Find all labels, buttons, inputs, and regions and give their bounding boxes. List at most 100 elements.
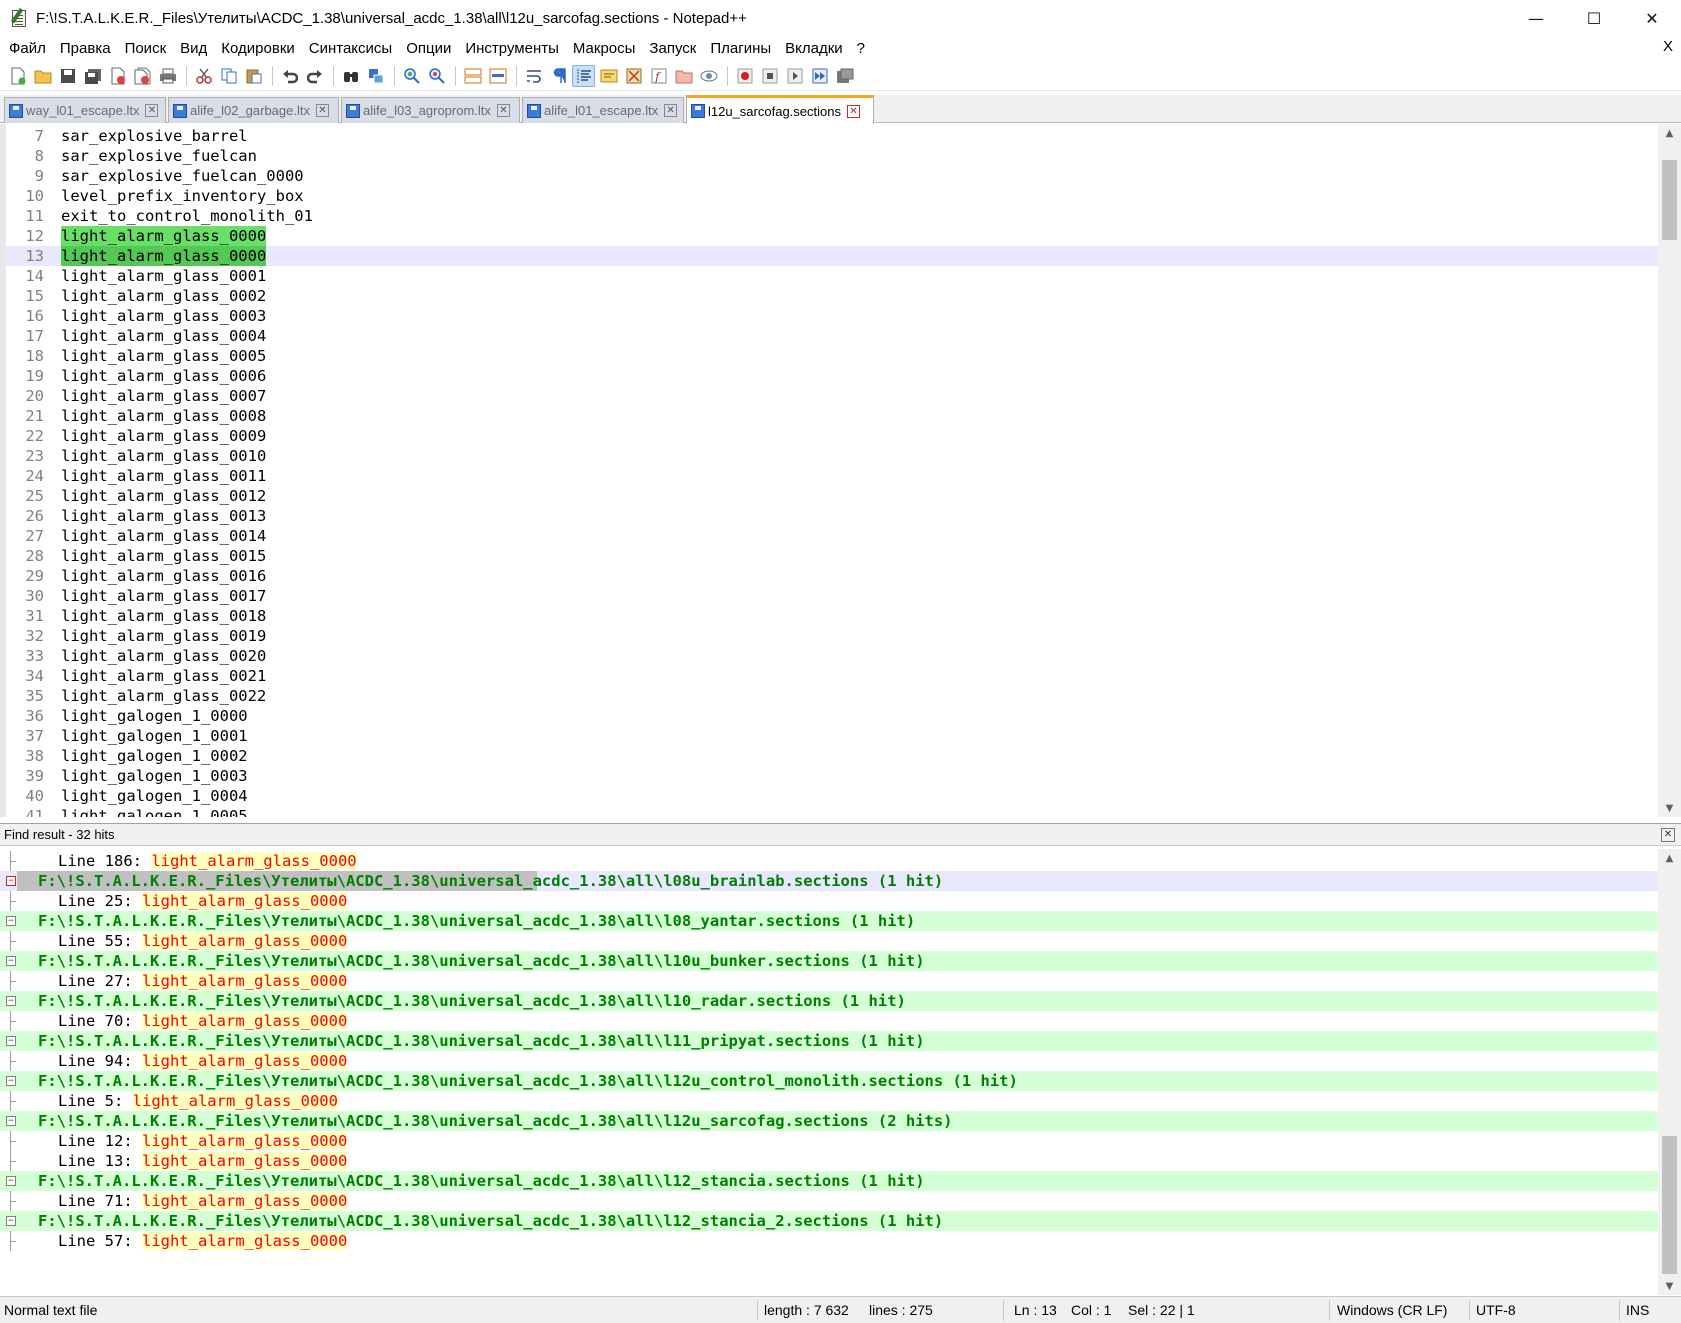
paste-icon[interactable] [242,65,265,87]
code-line[interactable]: 23 light_alarm_glass_0010 [6,446,1658,466]
menu-edit[interactable]: Правка [53,40,118,57]
menu-encoding[interactable]: Кодировки [214,40,301,57]
tab-way-l01-escape[interactable]: way_l01_escape.ltx ✕ [4,97,166,123]
code-line[interactable]: 30 light_alarm_glass_0017 [6,586,1658,606]
close-document-button[interactable]: X [1663,38,1673,55]
zoom-out-icon[interactable] [425,65,448,87]
minimize-button[interactable]: — [1507,0,1565,36]
code-line[interactable]: 16 light_alarm_glass_0003 [6,306,1658,326]
code-line[interactable]: 14 light_alarm_glass_0001 [6,266,1658,286]
stop-record-icon[interactable] [758,65,781,87]
code-line[interactable]: 25 light_alarm_glass_0012 [6,486,1658,506]
scroll-down-icon[interactable]: ▼ [1658,1277,1681,1295]
code-line[interactable]: 7 sar_explosive_barrel [6,126,1658,146]
close-all-icon[interactable] [131,65,154,87]
code-line[interactable]: 35 light_alarm_glass_0022 [6,686,1658,706]
tab-alife-l03-agroprom[interactable]: alife_l03_agroprom.ltx ✕ [341,97,520,123]
tab-l12u-sarcofag[interactable]: l12u_sarcofag.sections ✕ [686,95,874,124]
tab-close-icon[interactable]: ✕ [846,104,860,118]
find-result-file-row[interactable]: − F:\!S.T.A.L.K.E.R._Files\Утелиты\ACDC_1… [0,871,1658,891]
save-macro-icon[interactable] [833,65,856,87]
menu-help[interactable]: ? [850,40,872,57]
zoom-in-icon[interactable] [400,65,423,87]
tab-close-icon[interactable]: ✕ [496,104,510,117]
user-language-icon[interactable] [597,65,620,87]
replace-icon[interactable] [364,65,387,87]
new-file-icon[interactable] [6,65,29,87]
editor-vertical-scrollbar[interactable]: ▲ ▼ [1658,124,1681,817]
fold-toggle-icon[interactable]: − [6,916,16,926]
show-all-chars-icon[interactable] [547,65,570,87]
find-results-panel[interactable]: Line 186: light_alarm_glass_0000 − F:\!S.T… [0,849,1681,1295]
fold-toggle-icon[interactable]: − [6,1116,16,1126]
find-result-hit-row[interactable]: Line 71: light_alarm_glass_0000 [0,1191,1658,1211]
fold-toggle-icon[interactable]: − [6,1036,16,1046]
redo-icon[interactable] [303,65,326,87]
find-result-file-row[interactable]: − F:\!S.T.A.L.K.E.R._Files\Утелиты\ACDC_1… [0,1111,1658,1131]
find-results-close-icon[interactable]: ✕ [1661,828,1675,842]
code-line[interactable]: 36 light_galogen_1_0000 [6,706,1658,726]
menu-settings[interactable]: Опции [399,40,458,57]
menu-file[interactable]: Файл [0,40,53,57]
code-line[interactable]: 29 light_alarm_glass_0016 [6,566,1658,586]
code-line[interactable]: 15 light_alarm_glass_0002 [6,286,1658,306]
scrollbar-thumb[interactable] [1662,160,1677,240]
function-list-icon[interactable]: f [647,65,670,87]
code-line[interactable]: 33 light_alarm_glass_0020 [6,646,1658,666]
code-line[interactable]: 27 light_alarm_glass_0014 [6,526,1658,546]
find-result-hit-row[interactable]: Line 13: light_alarm_glass_0000 [0,1151,1658,1171]
code-line[interactable]: 21 light_alarm_glass_0008 [6,406,1658,426]
code-line[interactable]: 17 light_alarm_glass_0004 [6,326,1658,346]
menu-language[interactable]: Синтаксисы [302,40,399,57]
word-wrap-icon[interactable] [522,65,545,87]
find-result-file-row[interactable]: − F:\!S.T.A.L.K.E.R._Files\Утелиты\ACDC_1… [0,1171,1658,1191]
code-line[interactable]: 22 light_alarm_glass_0009 [6,426,1658,446]
code-line[interactable]: 26 light_alarm_glass_0013 [6,506,1658,526]
code-line[interactable]: 34 light_alarm_glass_0021 [6,666,1658,686]
status-eol-format[interactable]: Windows (CR LF) [1337,1297,1447,1323]
tab-alife-l02-garbage[interactable]: alife_l02_garbage.ltx ✕ [168,97,339,123]
code-line[interactable]: 39 light_galogen_1_0003 [6,766,1658,786]
find-result-hit-row[interactable]: Line 27: light_alarm_glass_0000 [0,971,1658,991]
find-result-hit-row[interactable]: Line 25: light_alarm_glass_0000 [0,891,1658,911]
indent-guide-icon[interactable] [572,64,595,87]
status-encoding[interactable]: UTF-8 [1476,1297,1516,1323]
document-map-icon[interactable] [622,65,645,87]
menu-run[interactable]: Запуск [642,40,703,57]
code-line[interactable]: 8 sar_explosive_fuelcan [6,146,1658,166]
code-line[interactable]: 18 light_alarm_glass_0005 [6,346,1658,366]
find-result-file-row[interactable]: − F:\!S.T.A.L.K.E.R._Files\Утелиты\ACDC_1… [0,1211,1658,1231]
code-line[interactable]: 12 light_alarm_glass_0000 [6,226,1658,246]
find-result-hit-row[interactable]: Line 12: light_alarm_glass_0000 [0,1131,1658,1151]
tab-close-icon[interactable]: ✕ [315,104,329,117]
find-result-file-row[interactable]: − F:\!S.T.A.L.K.E.R._Files\Утелиты\ACDC_1… [0,951,1658,971]
editor-pane[interactable]: 7 sar_explosive_barrel 8 sar_explosive_fuel… [0,124,1681,817]
code-line[interactable]: 38 light_galogen_1_0002 [6,746,1658,766]
code-line[interactable]: 19 light_alarm_glass_0006 [6,366,1658,386]
find-result-hit-row[interactable]: Line 5: light_alarm_glass_0000 [0,1091,1658,1111]
open-file-icon[interactable] [31,65,54,87]
sync-vertical-icon[interactable] [461,65,484,87]
tab-alife-l01-escape[interactable]: alife_l01_escape.ltx ✕ [522,97,684,123]
menu-macro[interactable]: Макросы [566,40,643,57]
menu-window[interactable]: Вкладки [778,40,850,57]
find-result-hit-row[interactable]: Line 94: light_alarm_glass_0000 [0,1051,1658,1071]
find-result-hit-row[interactable]: Line 70: light_alarm_glass_0000 [0,1011,1658,1031]
fold-toggle-icon[interactable]: − [6,1076,16,1086]
find-result-hit-row[interactable]: Line 55: light_alarm_glass_0000 [0,931,1658,951]
save-icon[interactable] [56,65,79,87]
code-line[interactable]: 32 light_alarm_glass_0019 [6,626,1658,646]
tab-close-icon[interactable]: ✕ [145,104,159,117]
fold-toggle-icon[interactable]: − [6,1216,16,1226]
copy-icon[interactable] [217,65,240,87]
tab-close-icon[interactable]: ✕ [664,104,678,117]
maximize-button[interactable]: ☐ [1565,0,1623,36]
find-result-file-row[interactable]: − F:\!S.T.A.L.K.E.R._Files\Утелиты\ACDC_1… [0,991,1658,1011]
fold-toggle-icon[interactable]: − [6,956,16,966]
fold-toggle-icon[interactable]: − [6,1176,16,1186]
scroll-down-icon[interactable]: ▼ [1658,799,1681,817]
folder-workspace-icon[interactable] [672,65,695,87]
find-icon[interactable] [339,65,362,87]
code-line[interactable]: 11 exit_to_control_monolith_01 [6,206,1658,226]
print-icon[interactable] [156,65,179,87]
